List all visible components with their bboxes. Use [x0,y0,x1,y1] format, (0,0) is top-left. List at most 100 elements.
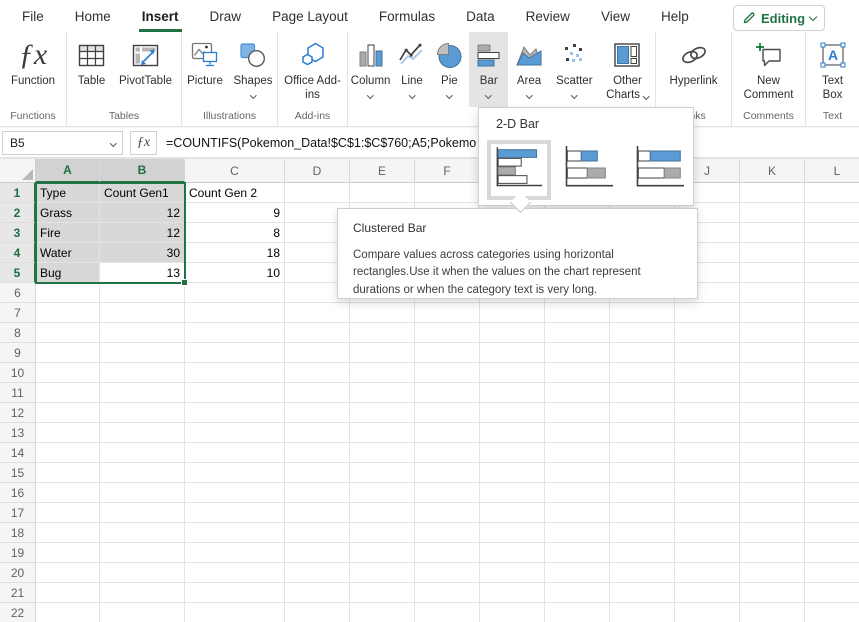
cell-K7[interactable] [740,303,805,323]
cell-G20[interactable] [480,563,545,583]
cell-G13[interactable] [480,423,545,443]
cell-A15[interactable] [36,463,100,483]
cell-K12[interactable] [740,403,805,423]
menu-help[interactable]: Help [661,0,689,32]
row-header-20[interactable]: 20 [0,563,36,583]
cell-B9[interactable] [100,343,185,363]
cell-D22[interactable] [285,603,350,622]
cell-L14[interactable] [805,443,859,463]
cell-D20[interactable] [285,563,350,583]
cell-G12[interactable] [480,403,545,423]
cell-C16[interactable] [185,483,285,503]
cell-G21[interactable] [480,583,545,603]
cell-E18[interactable] [350,523,415,543]
cell-D10[interactable] [285,363,350,383]
cell-D15[interactable] [285,463,350,483]
cell-E15[interactable] [350,463,415,483]
cell-L12[interactable] [805,403,859,423]
cell-B15[interactable] [100,463,185,483]
cell-C9[interactable] [185,343,285,363]
cell-L22[interactable] [805,603,859,622]
menu-insert[interactable]: Insert [142,0,179,32]
cell-E19[interactable] [350,543,415,563]
column-header-F[interactable]: F [415,159,480,183]
cell-F21[interactable] [415,583,480,603]
cell-G8[interactable] [480,323,545,343]
row-header-12[interactable]: 12 [0,403,36,423]
cell-C15[interactable] [185,463,285,483]
cell-B18[interactable] [100,523,185,543]
cell-J13[interactable] [675,423,740,443]
cell-B12[interactable] [100,403,185,423]
row-header-19[interactable]: 19 [0,543,36,563]
menu-formulas[interactable]: Formulas [379,0,435,32]
cell-B3[interactable]: 12 [100,223,185,243]
row-header-6[interactable]: 6 [0,283,36,303]
column-header-D[interactable]: D [285,159,350,183]
cell-J11[interactable] [675,383,740,403]
cell-C1[interactable]: Count Gen 2 [185,183,285,203]
table-button[interactable]: Table [71,32,113,107]
cell-F20[interactable] [415,563,480,583]
cell-C10[interactable] [185,363,285,383]
cell-J9[interactable] [675,343,740,363]
menu-data[interactable]: Data [466,0,495,32]
cell-L15[interactable] [805,463,859,483]
cell-L11[interactable] [805,383,859,403]
cell-L1[interactable] [805,183,859,203]
cell-I20[interactable] [610,563,675,583]
cell-H15[interactable] [545,463,610,483]
cell-B21[interactable] [100,583,185,603]
cell-D9[interactable] [285,343,350,363]
cell-K8[interactable] [740,323,805,343]
cell-I17[interactable] [610,503,675,523]
cell-F7[interactable] [415,303,480,323]
cell-C6[interactable] [185,283,285,303]
cell-E17[interactable] [350,503,415,523]
bar-chart-button[interactable]: Bar [469,32,508,107]
cell-I19[interactable] [610,543,675,563]
name-box[interactable]: B5 [2,131,123,155]
cell-K10[interactable] [740,363,805,383]
editing-mode-button[interactable]: Editing [733,5,825,31]
cell-F8[interactable] [415,323,480,343]
cell-C11[interactable] [185,383,285,403]
row-header-18[interactable]: 18 [0,523,36,543]
cell-A19[interactable] [36,543,100,563]
cell-C18[interactable] [185,523,285,543]
cell-C20[interactable] [185,563,285,583]
cell-E22[interactable] [350,603,415,622]
cell-G9[interactable] [480,343,545,363]
cell-A7[interactable] [36,303,100,323]
menu-page-layout[interactable]: Page Layout [272,0,348,32]
cell-F12[interactable] [415,403,480,423]
cell-A12[interactable] [36,403,100,423]
menu-home[interactable]: Home [75,0,111,32]
cell-A4[interactable]: Water [36,243,100,263]
cell-K19[interactable] [740,543,805,563]
cell-A1[interactable]: Type [36,183,100,203]
cell-D16[interactable] [285,483,350,503]
other-charts-button[interactable]: Other Charts [600,32,655,107]
cell-G17[interactable] [480,503,545,523]
row-header-10[interactable]: 10 [0,363,36,383]
cell-D12[interactable] [285,403,350,423]
column-header-B[interactable]: B [100,159,185,183]
cell-G7[interactable] [480,303,545,323]
cell-A6[interactable] [36,283,100,303]
cell-J10[interactable] [675,363,740,383]
cell-B16[interactable] [100,483,185,503]
cell-J20[interactable] [675,563,740,583]
cell-J22[interactable] [675,603,740,622]
text-box-button[interactable]: A Text Box [811,32,855,107]
cell-A10[interactable] [36,363,100,383]
cell-L8[interactable] [805,323,859,343]
cell-F17[interactable] [415,503,480,523]
cell-A18[interactable] [36,523,100,543]
cell-G14[interactable] [480,443,545,463]
stacked-bar-option[interactable] [556,139,622,200]
cell-J7[interactable] [675,303,740,323]
cell-K2[interactable] [740,203,805,223]
cell-B10[interactable] [100,363,185,383]
cell-C3[interactable]: 8 [185,223,285,243]
